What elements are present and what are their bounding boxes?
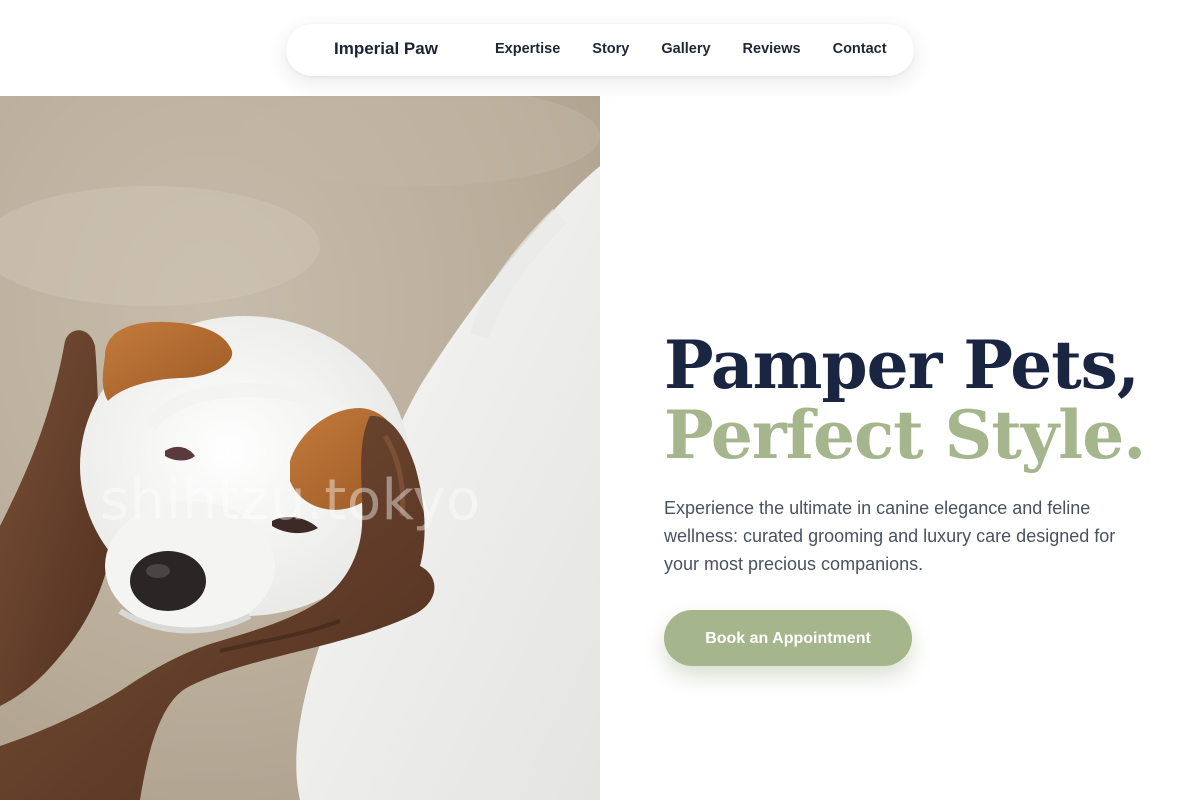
nav-link-expertise[interactable]: Expertise: [495, 41, 560, 57]
book-appointment-button[interactable]: Book an Appointment: [664, 610, 912, 666]
hero-subtitle: Experience the ultimate in canine elegan…: [664, 498, 1116, 574]
top-navigation: Imperial Paw Expertise Story Gallery Rev…: [286, 24, 914, 76]
nav-link-story[interactable]: Story: [592, 41, 629, 57]
brand-logo[interactable]: Imperial Paw: [334, 39, 438, 59]
nav-links: Expertise Story Gallery Reviews Contact: [495, 41, 887, 57]
headline-line-1: Pamper Pets,: [664, 326, 1140, 404]
nav-link-reviews[interactable]: Reviews: [743, 41, 801, 57]
nav-link-contact[interactable]: Contact: [833, 41, 887, 57]
hero-content: Pamper Pets, Perfect Style. Experience t…: [664, 326, 1146, 666]
hero-puppy-photo: shihtzu.tokyo: [0, 96, 600, 800]
headline-line-2: Perfect Style.: [664, 396, 1146, 474]
nav-link-gallery[interactable]: Gallery: [661, 41, 710, 57]
photo-watermark: shihtzu.tokyo: [100, 468, 481, 533]
hero-headline: Pamper Pets, Perfect Style.: [664, 326, 1146, 474]
